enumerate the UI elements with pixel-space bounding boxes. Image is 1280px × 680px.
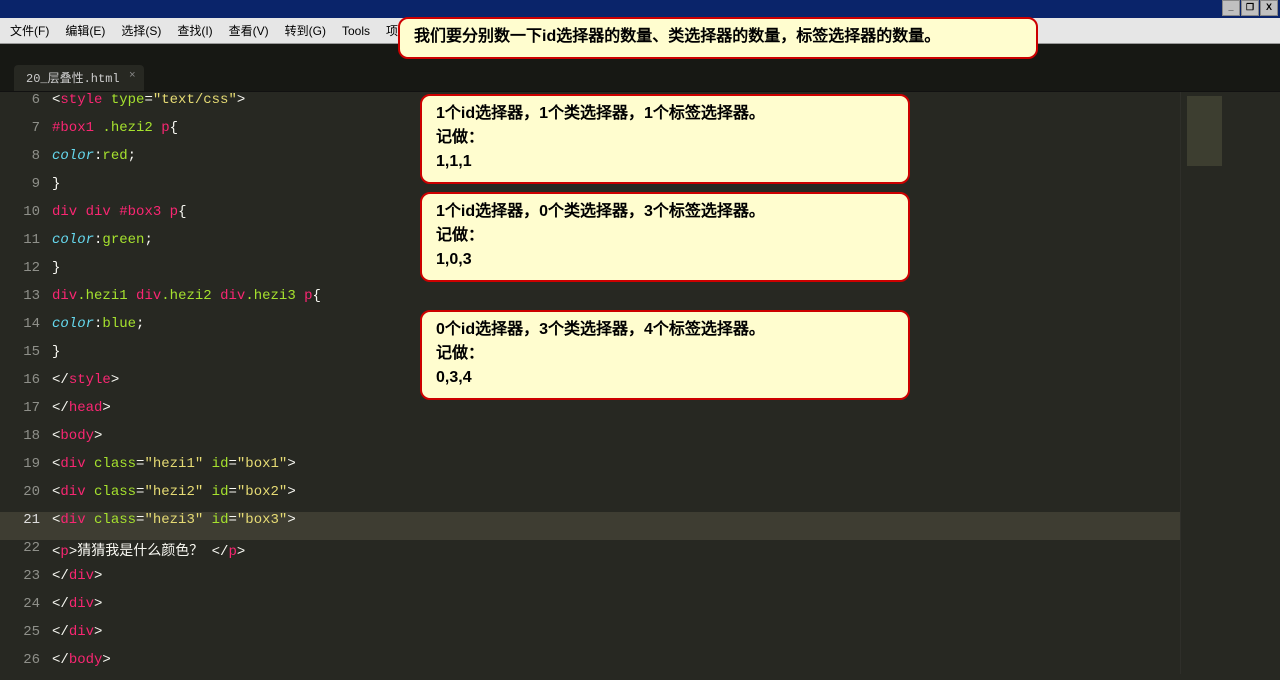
callout-rule-1: 1个id选择器，1个类选择器，1个标签选择器。 记做： 1,1,1: [420, 94, 910, 184]
code-row[interactable]: 23 </div>: [0, 568, 1280, 596]
close-button[interactable]: X: [1260, 0, 1278, 16]
line-number: 21: [0, 512, 52, 540]
code-row[interactable]: 26</body>: [0, 652, 1280, 680]
editor-area[interactable]: 我们要分别数一下id选择器的数量、类选择器的数量，标签选择器的数量。 1个id选…: [0, 92, 1280, 674]
file-tab-label: 20_层叠性.html: [26, 72, 120, 86]
line-number: 18: [0, 428, 52, 456]
line-number: 9: [0, 176, 52, 204]
line-number: 8: [0, 148, 52, 176]
line-number: 15: [0, 344, 52, 372]
callout-rule-3: 0个id选择器，3个类选择器，4个标签选择器。 记做： 0,3,4: [420, 310, 910, 400]
callout-intro: 我们要分别数一下id选择器的数量、类选择器的数量，标签选择器的数量。: [398, 17, 1038, 59]
callout-2-line3: 1,0,3: [436, 248, 894, 272]
menu-select[interactable]: 选择(S): [113, 20, 169, 41]
line-number: 20: [0, 484, 52, 512]
menu-find[interactable]: 查找(I): [169, 20, 220, 41]
callout-2-line2: 记做：: [436, 224, 894, 248]
code-row[interactable]: 19 <div class="hezi1" id="box1">: [0, 456, 1280, 484]
line-number: 12: [0, 260, 52, 288]
file-tab[interactable]: 20_层叠性.html ×: [14, 65, 144, 91]
menu-view[interactable]: 查看(V): [221, 20, 277, 41]
menu-goto[interactable]: 转到(G): [277, 20, 334, 41]
minimap-viewport[interactable]: [1187, 96, 1275, 166]
code-container[interactable]: 我们要分别数一下id选择器的数量、类选择器的数量，标签选择器的数量。 1个id选…: [0, 92, 1280, 674]
code-row[interactable]: 17</head>: [0, 400, 1280, 428]
code-row[interactable]: 20 <div class="hezi2" id="box2">: [0, 484, 1280, 512]
line-number: 22: [0, 540, 52, 568]
line-number: 7: [0, 120, 52, 148]
code-row[interactable]: 18<body>: [0, 428, 1280, 456]
line-number: 13: [0, 288, 52, 316]
line-number: 17: [0, 400, 52, 428]
callout-1-line2: 记做：: [436, 126, 894, 150]
line-number: 14: [0, 316, 52, 344]
window-controls: _ ❐ X: [1221, 0, 1278, 16]
line-number: 10: [0, 204, 52, 232]
code-row[interactable]: 24 </div>: [0, 596, 1280, 624]
callout-intro-text: 我们要分别数一下id选择器的数量、类选择器的数量，标签选择器的数量。: [414, 25, 1022, 49]
line-number: 24: [0, 596, 52, 624]
line-number: 26: [0, 652, 52, 680]
callout-3-line2: 记做：: [436, 342, 894, 366]
line-number: 11: [0, 232, 52, 260]
line-number: 6: [0, 92, 52, 120]
callout-rule-2: 1个id选择器，0个类选择器，3个标签选择器。 记做： 1,0,3: [420, 192, 910, 282]
callout-3-line1: 0个id选择器，3个类选择器，4个标签选择器。: [436, 318, 894, 342]
callout-1-line1: 1个id选择器，1个类选择器，1个标签选择器。: [436, 102, 894, 126]
line-number: 19: [0, 456, 52, 484]
minimap[interactable]: [1180, 92, 1280, 674]
code-row[interactable]: 22 <p>猜猜我是什么颜色？ </p>: [0, 540, 1280, 568]
line-number: 23: [0, 568, 52, 596]
line-number: 16: [0, 372, 52, 400]
maximize-button[interactable]: ❐: [1241, 0, 1259, 16]
menu-tools[interactable]: Tools: [334, 22, 378, 40]
code-row[interactable]: 25 </div>: [0, 624, 1280, 652]
callout-1-line3: 1,1,1: [436, 150, 894, 174]
menu-file[interactable]: 文件(F): [2, 20, 57, 41]
menu-edit[interactable]: 编辑(E): [57, 20, 113, 41]
code-row-active[interactable]: 21 <div class="hezi3" id="box3">: [0, 512, 1280, 540]
callout-3-line3: 0,3,4: [436, 366, 894, 390]
tab-close-icon[interactable]: ×: [129, 70, 136, 82]
callout-2-line1: 1个id选择器，0个类选择器，3个标签选择器。: [436, 200, 894, 224]
window-titlebar: _ ❐ X: [0, 0, 1280, 18]
minimize-button[interactable]: _: [1222, 0, 1240, 16]
line-number: 25: [0, 624, 52, 652]
